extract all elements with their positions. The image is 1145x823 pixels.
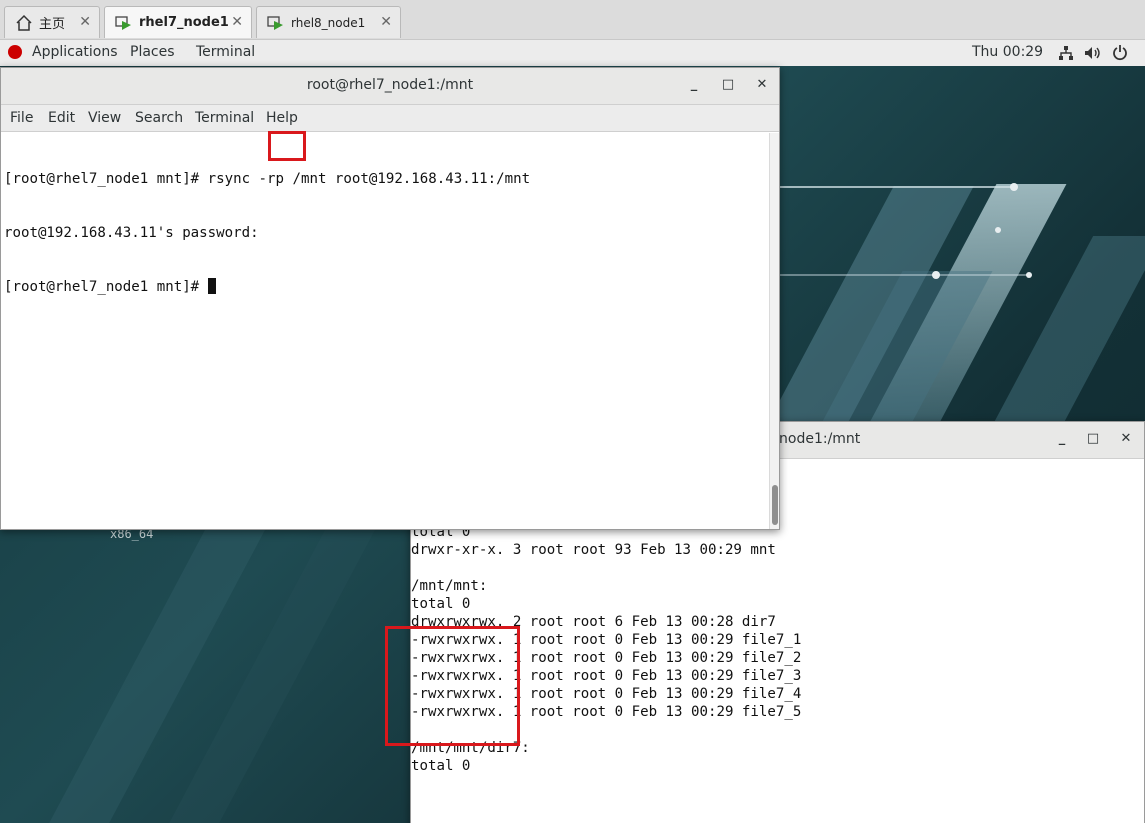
menu-search[interactable]: Search [135, 110, 183, 126]
gnome-top-bar: Applications Places Terminal Thu 00:29 [0, 40, 1145, 66]
prompt-text: [root@rhel7_node1 mnt]# [4, 279, 208, 295]
home-icon [16, 14, 32, 31]
wallpaper-dot [1026, 272, 1032, 278]
vm-icon [267, 15, 283, 30]
vm-tab-rhel8[interactable]: rhel8_node1 ✕ [256, 6, 401, 38]
menu-bar: File Edit View Search Terminal Help [1, 105, 779, 132]
wallpaper-line [780, 186, 1015, 188]
maximize-icon[interactable]: □ [1084, 430, 1102, 448]
vm-icon [115, 15, 131, 30]
text-cursor [207, 278, 216, 294]
close-icon[interactable]: ✕ [231, 14, 243, 30]
window-titlebar[interactable]: root@rhel7_node1:/mnt _ □ ✕ [1, 68, 779, 105]
menu-file[interactable]: File [10, 110, 33, 126]
terminal-line: [root@rhel7_node1 mnt]# rsync -rp /mnt r… [4, 171, 531, 187]
terminal-line: root@192.168.43.11's password: [4, 225, 259, 241]
vm-tab-home[interactable]: 主页 ✕ [4, 6, 100, 38]
wallpaper-line [780, 274, 1030, 276]
terminal-line: total 0 [411, 758, 471, 774]
clock[interactable]: Thu 00:29 [972, 44, 1043, 60]
redhat-icon [8, 45, 22, 59]
scrollbar[interactable] [769, 133, 779, 529]
highlight-box-rp-option [268, 131, 306, 161]
maximize-icon[interactable]: □ [719, 76, 737, 94]
network-icon[interactable] [1058, 45, 1074, 61]
window-title: node1:/mnt [779, 431, 861, 447]
terminal-output: [root@rhel7_node1 mnt]# rsync -rp /mnt r… [4, 134, 530, 332]
vm-tab-label: rhel7_node1 [139, 15, 229, 30]
power-icon[interactable] [1112, 44, 1128, 61]
terminal-line: /mnt/mnt: [411, 578, 488, 594]
terminal-window-front[interactable]: root@rhel7_node1:/mnt _ □ ✕ File Edit Vi… [0, 67, 780, 530]
terminal-app-menu[interactable]: Terminal [196, 44, 255, 60]
vm-tab-label: 主页 [39, 17, 66, 32]
menu-terminal[interactable]: Terminal [195, 110, 254, 126]
close-icon[interactable]: ✕ [1117, 430, 1135, 448]
close-icon[interactable]: ✕ [79, 14, 91, 30]
window-title: root@rhel7_node1:/mnt [306, 77, 474, 93]
close-icon[interactable]: ✕ [380, 14, 392, 30]
wallpaper-dot [932, 271, 940, 279]
volume-icon[interactable] [1084, 45, 1102, 61]
wallpaper-dot [1010, 183, 1018, 191]
wallpaper-dot [995, 227, 1001, 233]
vm-tab-rhel7[interactable]: rhel7_node1 ✕ [104, 6, 252, 38]
vm-tab-bar: 主页 ✕ rhel7_node1 ✕ rhel8_node1 ✕ [0, 0, 1145, 40]
terminal-line: drwxr-xr-x. 3 root root 93 Feb 13 00:29 … [411, 542, 776, 558]
menu-view[interactable]: View [88, 110, 121, 126]
terminal-line: total 0 [411, 596, 471, 612]
places-menu[interactable]: Places [130, 44, 175, 60]
scrollbar-thumb[interactable] [772, 485, 778, 525]
highlight-box-permissions [385, 626, 520, 746]
minimize-icon[interactable]: _ [685, 76, 703, 94]
menu-edit[interactable]: Edit [48, 110, 75, 126]
close-icon[interactable]: ✕ [753, 76, 771, 94]
terminal-line: [root@rhel7_node1 mnt]# [4, 278, 530, 296]
vm-tab-label: rhel8_node1 [291, 15, 366, 30]
minimize-icon[interactable]: _ [1053, 430, 1071, 448]
menu-help[interactable]: Help [266, 110, 298, 126]
applications-menu[interactable]: Applications [32, 44, 118, 60]
